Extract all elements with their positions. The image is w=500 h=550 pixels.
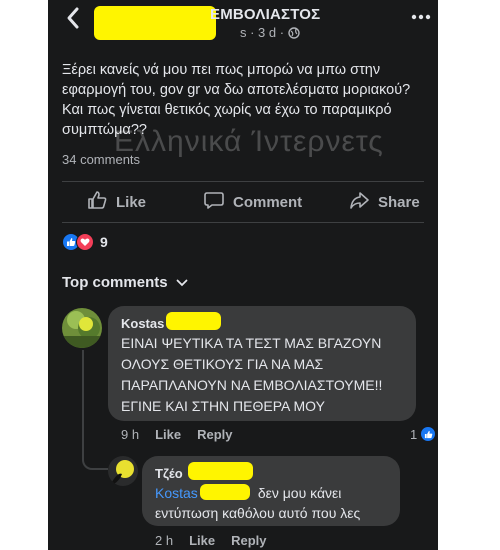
globe-icon xyxy=(288,27,300,42)
comment-button[interactable]: Comment xyxy=(203,190,302,214)
divider xyxy=(62,222,424,223)
comment-line: ΕΓΙΝΕ ΚΑΙ ΣΤΗΝ ΠΕΘΕΡΑ ΜΟΥ xyxy=(121,398,325,414)
like-button[interactable]: Like xyxy=(86,190,146,214)
divider xyxy=(62,181,424,182)
comment-sort-dropdown[interactable]: Top comments xyxy=(62,274,188,291)
redaction-mark xyxy=(199,484,250,500)
comment-line: ΠΑΡΑΠΛΑΝΟΥΝ ΝΑ ΕΜΒΟΛΙΑΣΤΟΥΜΕ!! xyxy=(121,377,383,393)
comment-reaction-count: 1 xyxy=(410,426,418,442)
share-button[interactable]: Share xyxy=(348,190,420,214)
comment-line: ΕΙΝΑΙ ΨΕΥΤΙΚΑ ΤΑ ΤΕΣΤ ΜΑΣ ΒΓΑΖΟΥΝ xyxy=(121,335,382,351)
avatar[interactable] xyxy=(62,308,102,348)
mention-link[interactable]: Kostas xyxy=(155,485,198,501)
love-reaction-icon xyxy=(76,233,94,251)
comment-reply-button[interactable]: Reply xyxy=(231,533,266,548)
comment-reaction-badge[interactable]: 1 xyxy=(410,426,437,442)
share-arrow-icon xyxy=(348,189,370,215)
comment-label: Comment xyxy=(233,193,303,211)
speech-bubble-icon xyxy=(203,189,225,215)
comment-line: εντύπωση καθόλου αυτό που λες xyxy=(155,505,361,521)
comment-reply-button[interactable]: Reply xyxy=(197,427,232,442)
post-header: ΕΜΒΟΛΙΑΣΤΟΣ s · 3 d · xyxy=(48,0,438,50)
like-label: Like xyxy=(116,193,147,211)
comment-time: 9 h xyxy=(121,427,140,442)
comment-text-part: δεν μου κάνει xyxy=(257,485,342,501)
comment-line: Kostas δεν μου κάνει xyxy=(155,483,360,503)
group-name[interactable]: ΕΜΒΟΛΙΑΣΤΟΣ xyxy=(210,6,320,23)
back-arrow-icon[interactable] xyxy=(62,4,86,32)
reactions-summary[interactable]: 9 xyxy=(62,233,108,251)
comment-meta: 2 h Like Reply xyxy=(155,533,267,548)
chevron-down-icon xyxy=(176,274,188,291)
top-comments-label: Top comments xyxy=(62,274,168,291)
comment-time: 2 h xyxy=(155,533,174,548)
avatar[interactable] xyxy=(108,456,138,486)
comments-count[interactable]: 34 comments xyxy=(62,152,140,167)
redaction-mark xyxy=(166,312,221,330)
thumbs-up-icon xyxy=(86,189,108,215)
redaction-mark xyxy=(94,6,216,40)
redaction-mark xyxy=(188,462,253,480)
comment-text: Kostas δεν μου κάνει εντύπωση καθόλου αυτ… xyxy=(155,483,360,523)
share-label: Share xyxy=(378,193,420,211)
comment-author[interactable]: Kostas xyxy=(121,316,164,331)
comment-line: ΟΛΟΥΣ ΘΕΤΙΚΟΥΣ ΓΙΑ ΝΑ ΜΑΣ xyxy=(121,356,324,372)
post-screen: ΕΜΒΟΛΙΑΣΤΟΣ s · 3 d · Ξέρει κανείς νά μο… xyxy=(48,0,438,550)
watermark: Ελληνικά Ίντερνετς xyxy=(114,125,384,158)
post-time-text: s · 3 d · xyxy=(240,25,285,40)
like-reaction-icon xyxy=(420,426,437,442)
comment-like-button[interactable]: Like xyxy=(189,533,215,548)
comment-author[interactable]: Τζέο xyxy=(155,466,183,481)
comment-meta: 9 h Like Reply xyxy=(121,427,233,442)
post-timestamp: s · 3 d · xyxy=(240,25,300,42)
reply-thread-line xyxy=(82,350,108,470)
comment-like-button[interactable]: Like xyxy=(155,427,181,442)
reaction-count: 9 xyxy=(100,234,108,250)
comment-text: ΕΙΝΑΙ ΨΕΥΤΙΚΑ ΤΑ ΤΕΣΤ ΜΑΣ ΒΓΑΖΟΥΝ ΟΛΟΥΣ … xyxy=(121,333,382,417)
more-dots-icon[interactable] xyxy=(411,10,431,29)
